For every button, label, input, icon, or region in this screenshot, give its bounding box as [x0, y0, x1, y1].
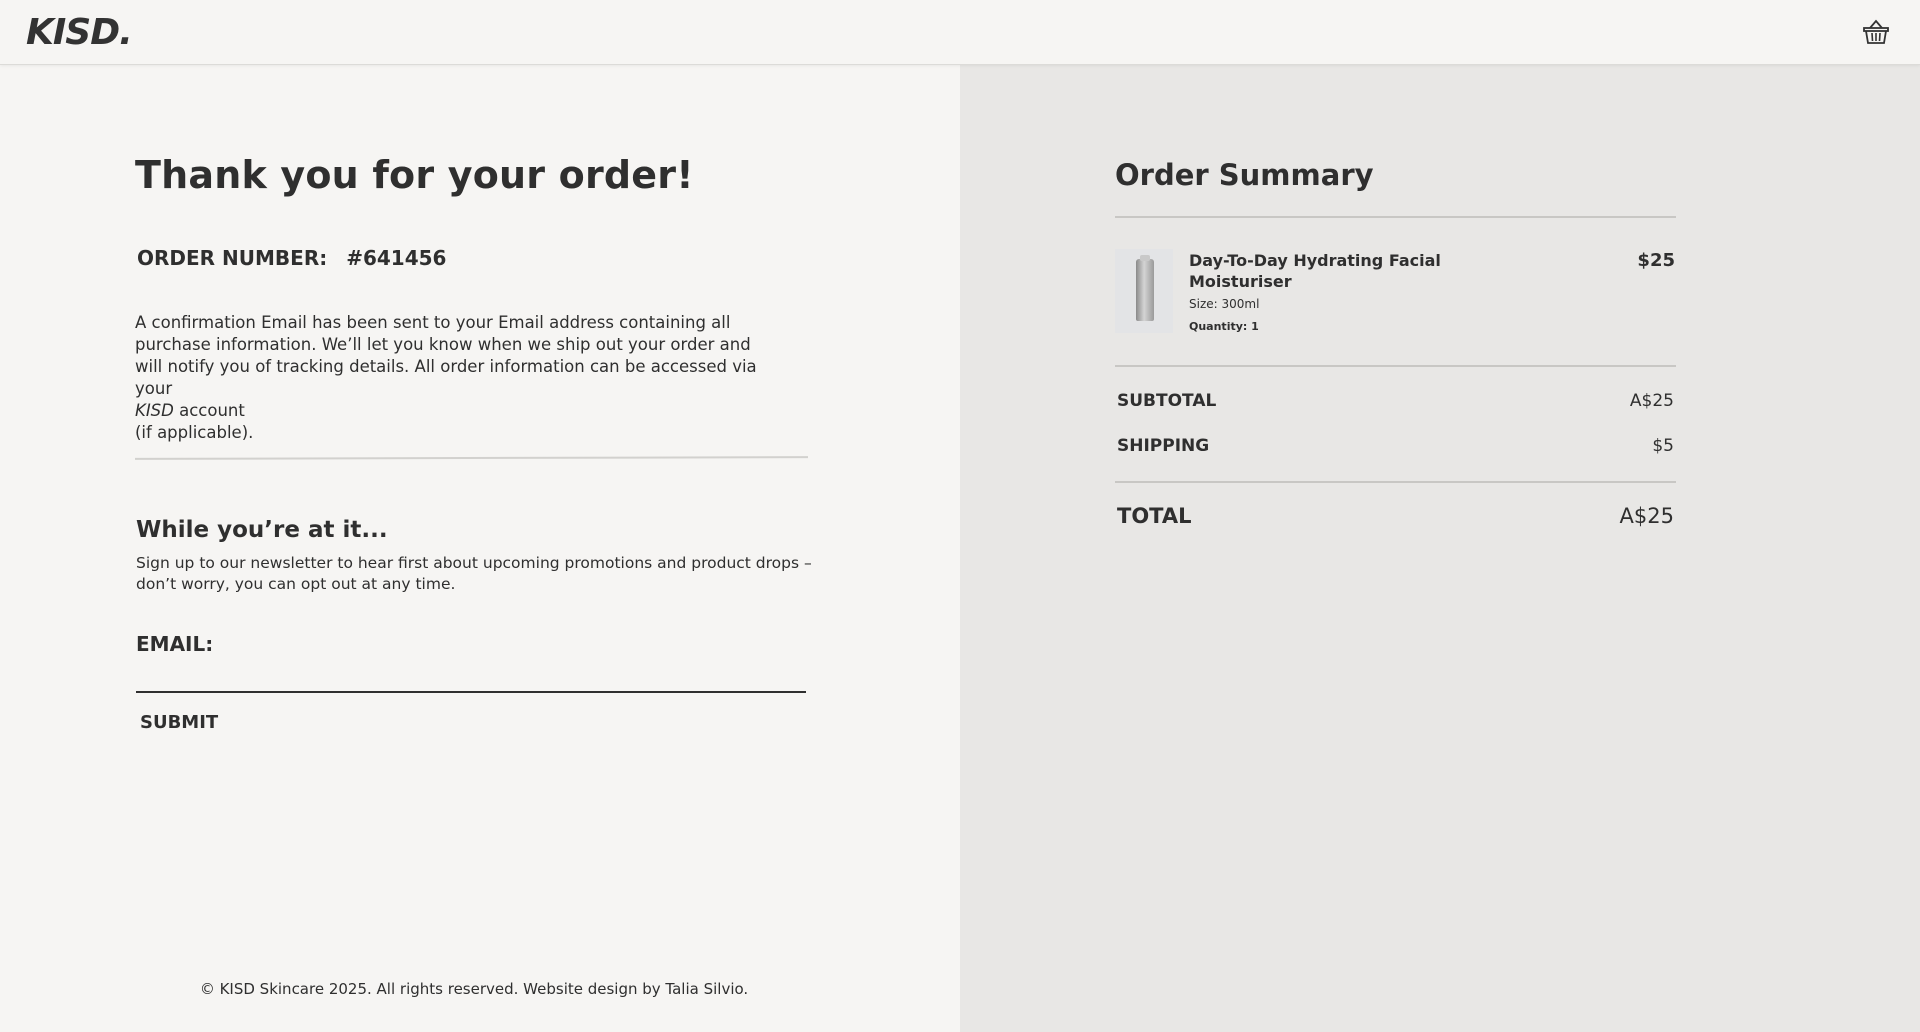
order-number-label: ORDER NUMBER: [137, 246, 328, 270]
section-divider [134, 456, 809, 460]
basket-icon[interactable] [1862, 18, 1890, 46]
product-quantity: Quantity: 1 [1189, 320, 1259, 333]
newsletter-title: While you’re at it... [136, 517, 388, 543]
confirmation-message: A confirmation Email has been sent to yo… [135, 312, 775, 444]
newsletter-text: Sign up to our newsletter to hear first … [136, 554, 812, 593]
confirmation-text: A confirmation Email has been sent to yo… [135, 313, 757, 398]
email-input[interactable] [136, 663, 806, 693]
page-title: Thank you for your order! [135, 153, 694, 197]
total-row: TOTAL A$25 [1117, 504, 1674, 528]
summary-divider [1115, 365, 1676, 367]
subtotal-label: SUBTOTAL [1117, 391, 1217, 411]
footer-copyright: © KISD Skincare 2025. All rights reserve… [199, 980, 749, 998]
order-summary-panel: Order Summary Day-To-Day Hydrating Facia… [960, 65, 1920, 1032]
brand-name: KISD [135, 401, 174, 420]
total-value: A$25 [1619, 504, 1674, 528]
confirmation-text-applicable: (if applicable). [135, 423, 254, 442]
confirmation-text-account: account [179, 401, 245, 420]
summary-divider [1115, 216, 1676, 218]
product-price: $25 [1637, 250, 1675, 271]
shipping-value: $5 [1652, 436, 1674, 456]
order-number-value: #641456 [346, 246, 447, 270]
moisturiser-tube-icon [1136, 255, 1154, 321]
site-header: KISD. [0, 0, 1920, 65]
product-size: Size: 300ml [1189, 297, 1260, 311]
shipping-label: SHIPPING [1117, 436, 1210, 456]
kisd-logo[interactable]: KISD. [26, 12, 133, 53]
summary-divider [1115, 481, 1676, 483]
order-number: ORDER NUMBER: #641456 [137, 246, 446, 270]
confirmation-panel: Thank you for your order! ORDER NUMBER: … [0, 65, 960, 1032]
submit-button[interactable]: SUBMIT [136, 708, 222, 737]
product-name: Day-To-Day Hydrating Facial Moisturiser [1189, 251, 1441, 291]
subtotal-value: A$25 [1629, 391, 1674, 411]
product-thumbnail [1115, 249, 1173, 333]
order-summary-title: Order Summary [1115, 158, 1374, 192]
shipping-row: SHIPPING $5 [1117, 436, 1674, 456]
total-label: TOTAL [1117, 504, 1192, 528]
subtotal-row: SUBTOTAL A$25 [1117, 391, 1674, 411]
email-label: EMAIL: [136, 632, 214, 656]
